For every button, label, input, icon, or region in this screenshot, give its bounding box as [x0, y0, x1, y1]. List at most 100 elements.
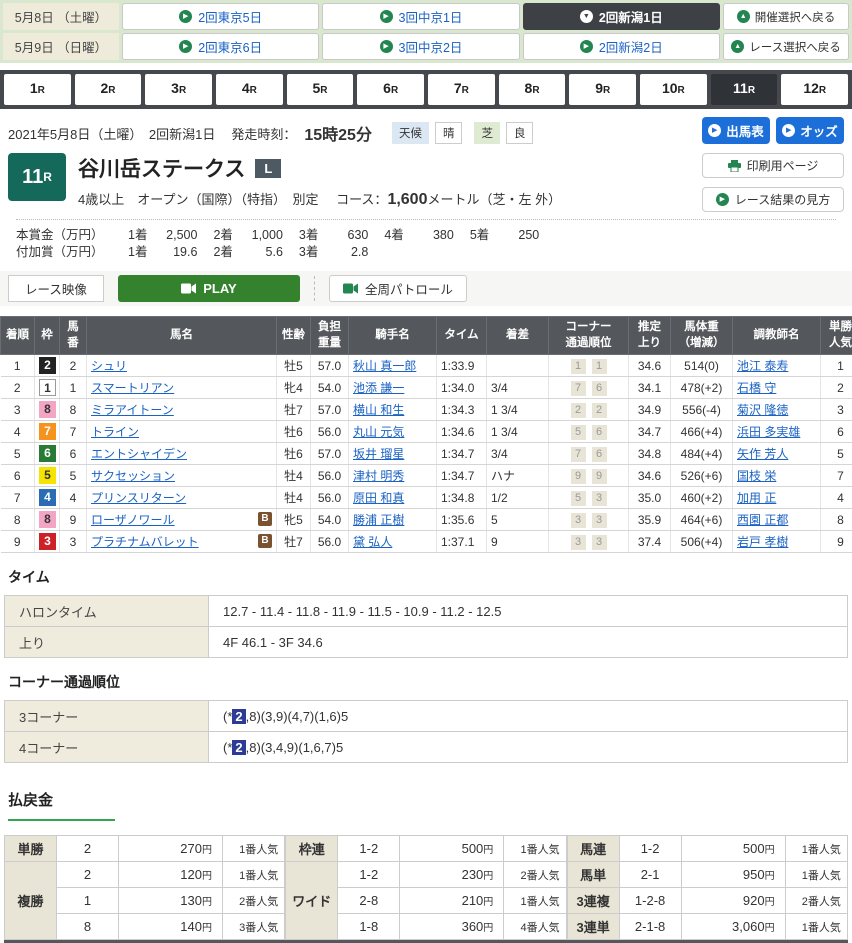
trainer-link[interactable]: 池江 泰寿 — [737, 359, 788, 373]
jockey-cell: 黛 弘人 — [349, 531, 437, 553]
horse-number: 7 — [60, 421, 87, 443]
horse-name-link[interactable]: ローザノワール — [91, 513, 175, 527]
jockey-link[interactable]: 坂井 瑠星 — [353, 447, 404, 461]
meeting-button[interactable]: ▶3回中京2日 — [322, 33, 519, 60]
bracket-number: 2 — [39, 357, 56, 374]
arrow-up-icon: ▲ — [731, 40, 744, 53]
favorite-rank: 2番人気 — [223, 888, 285, 914]
results-header-row: 着順枠馬 番馬名性齢負担 重量騎手名タイム着差コーナー 通過順位推定 上り馬体重… — [1, 317, 852, 355]
margin: 1/2 — [487, 487, 549, 509]
race-tab-7r[interactable]: 7R — [428, 74, 495, 105]
arrow-up-icon: ▲ — [737, 10, 750, 23]
last-3f-time: 34.6 — [629, 355, 671, 377]
race-header: 2021年5月8日（土曜） 2回新潟1日 発走時刻： 15時25分 天候 晴 芝… — [0, 109, 852, 265]
horse-name-link[interactable]: プリンスリターン — [91, 491, 186, 505]
trainer-link[interactable]: 西園 正都 — [737, 513, 788, 527]
video-camera-icon — [343, 283, 358, 294]
grade-badge: L — [255, 159, 281, 178]
horse-name-cell: プラチナムバレットB — [87, 531, 277, 553]
jockey-link[interactable]: 津村 明秀 — [353, 469, 404, 483]
jockey-link[interactable]: 黛 弘人 — [353, 535, 392, 549]
horse-name-link[interactable]: プラチナムバレット — [91, 535, 199, 549]
trainer-link[interactable]: 矢作 芳人 — [737, 447, 788, 461]
race-tab-11r[interactable]: 11R — [711, 74, 778, 105]
race-tab-6r[interactable]: 6R — [357, 74, 424, 105]
win-favorite-rank: 9 — [821, 531, 852, 553]
date-row: 5月8日 （土曜）▶2回東京5日▶3回中京1日▼2回新潟1日▲開催選択へ戻る — [3, 3, 849, 30]
trainer-link[interactable]: 岩戸 孝樹 — [737, 535, 788, 549]
corner-position: 2 — [592, 403, 607, 418]
horse-name-cell: トライン — [87, 421, 277, 443]
corner-positions-cell: 99 — [549, 465, 629, 487]
trainer-link[interactable]: 石橋 守 — [737, 381, 776, 395]
corner-positions-cell: 33 — [549, 509, 629, 531]
horse-name-link[interactable]: トライン — [91, 425, 139, 439]
carried-weight: 57.0 — [311, 355, 349, 377]
horse-name-link[interactable]: シュリ — [91, 359, 127, 373]
bet-type-label: 単勝 — [5, 836, 57, 862]
horse-name-link[interactable]: ミラアイトーン — [91, 403, 174, 417]
jockey-link[interactable]: 横山 和生 — [353, 403, 404, 417]
jockey-link[interactable]: 丸山 元気 — [353, 425, 404, 439]
back-button[interactable]: ▲ 開催選択へ戻る — [723, 3, 849, 30]
jockey-link[interactable]: 原田 和真 — [353, 491, 404, 505]
race-tab-2r[interactable]: 2R — [75, 74, 142, 105]
play-button[interactable]: PLAY — [118, 275, 300, 302]
meeting-button[interactable]: ▶2回東京6日 — [122, 33, 319, 60]
horse-name-link[interactable]: スマートリアン — [91, 381, 174, 395]
start-time-label: 発走時刻： — [231, 124, 296, 143]
prize-place: 2着 — [213, 227, 232, 244]
back-button[interactable]: ▲レース選択へ戻る — [723, 33, 849, 60]
trainer-link[interactable]: 加用 正 — [737, 491, 776, 505]
carried-weight: 56.0 — [311, 487, 349, 509]
patrol-button[interactable]: 全周パトロール — [329, 275, 467, 302]
payout-amount: 920円 — [681, 888, 785, 914]
payout-amount: 3,060円 — [681, 914, 785, 940]
payout-amount: 500円 — [681, 836, 785, 862]
meeting-button[interactable]: ▶2回東京5日 — [122, 3, 319, 30]
race-tab-9r[interactable]: 9R — [569, 74, 636, 105]
jockey-link[interactable]: 勝浦 正樹 — [353, 513, 404, 527]
horse-number: 9 — [60, 509, 87, 531]
trainer-cell: 池江 泰寿 — [733, 355, 821, 377]
odds-button[interactable]: ▶ オッズ — [776, 117, 844, 144]
bracket-number: 8 — [39, 511, 56, 528]
trainer-link[interactable]: 菊沢 隆徳 — [737, 403, 788, 417]
corner-position: 6 — [592, 447, 607, 462]
howto-button[interactable]: ▶ レース結果の見方 — [702, 187, 844, 212]
trainer-cell: 国枝 栄 — [733, 465, 821, 487]
race-tab-5r[interactable]: 5R — [287, 74, 354, 105]
corner-row-value: (*2,8)(3,4,9)(1,6,7)5 — [209, 732, 848, 763]
blinker-badge: B — [258, 512, 272, 526]
race-tab-12r[interactable]: 12R — [781, 74, 848, 105]
bet-type-label: 3連複 — [567, 888, 619, 914]
prize-amount: 1,000 — [233, 227, 283, 244]
trainer-link[interactable]: 国枝 栄 — [737, 469, 776, 483]
horse-name-link[interactable]: サクセッション — [91, 469, 175, 483]
meeting-button[interactable]: ▶2回新潟2日 — [523, 33, 720, 60]
sex-age: 牝5 — [277, 509, 311, 531]
horse-name-link[interactable]: エントシャイデン — [91, 447, 187, 461]
race-tab-1r[interactable]: 1R — [4, 74, 71, 105]
sex-age: 牡6 — [277, 421, 311, 443]
prize-amount: 2,500 — [147, 227, 197, 244]
jockey-link[interactable]: 秋山 真一郎 — [353, 359, 416, 373]
jockey-link[interactable]: 池添 謙一 — [353, 381, 404, 395]
meeting-button[interactable]: ▼2回新潟1日 — [523, 3, 720, 30]
back-button-label: 開催選択へ戻る — [755, 9, 836, 25]
race-tab-8r[interactable]: 8R — [499, 74, 566, 105]
entries-button[interactable]: ▶ 出馬表 — [702, 117, 770, 144]
horse-name-cell: プリンスリターン — [87, 487, 277, 509]
payout-amount: 270円 — [119, 836, 223, 862]
race-tab-10r[interactable]: 10R — [640, 74, 707, 105]
margin: 9 — [487, 531, 549, 553]
race-tab-4r[interactable]: 4R — [216, 74, 283, 105]
race-tab-3r[interactable]: 3R — [145, 74, 212, 105]
trainer-link[interactable]: 浜田 多実雄 — [737, 425, 800, 439]
meeting-button[interactable]: ▶3回中京1日 — [322, 3, 519, 30]
bet-type-label: 馬単 — [567, 862, 619, 888]
print-button[interactable]: 印刷用ページ — [702, 153, 844, 178]
arrow-right-icon: ▶ — [179, 10, 192, 23]
trainer-cell: 浜田 多実雄 — [733, 421, 821, 443]
bracket-number-cell: 5 — [35, 465, 60, 487]
